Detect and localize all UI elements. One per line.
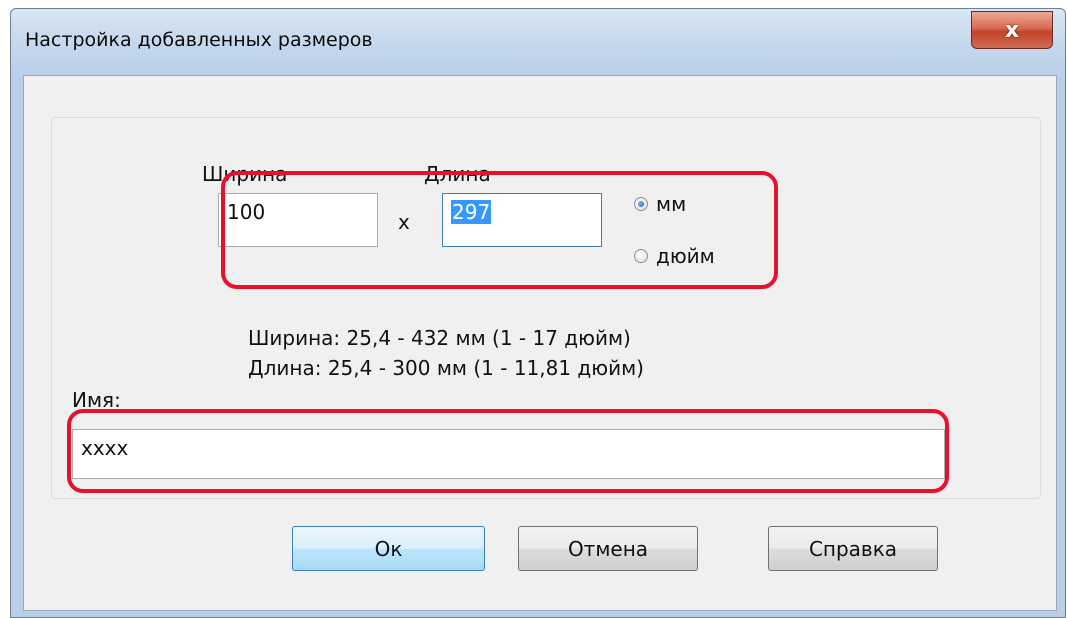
ok-button-label: Ок (374, 536, 403, 561)
unit-inch-label: дюйм (656, 244, 715, 268)
width-input[interactable]: 100 (218, 193, 378, 247)
length-range-text: Длина: 25,4 - 300 мм (1 - 11,81 дюйм) (248, 356, 644, 380)
close-button[interactable]: x (971, 11, 1053, 49)
dialog-title: Настройка добавленных размеров (25, 29, 373, 51)
times-sign: x (398, 210, 410, 234)
close-icon: x (1004, 17, 1020, 43)
name-label: Имя: (72, 388, 121, 412)
ok-button[interactable]: Ок (292, 526, 485, 571)
length-input[interactable]: 297 (442, 193, 602, 247)
width-input-value: 100 (227, 200, 266, 224)
cancel-button-label: Отмена (567, 536, 649, 561)
width-range-text: Ширина: 25,4 - 432 мм (1 - 17 дюйм) (248, 326, 631, 350)
name-input[interactable]: xxxx (72, 429, 945, 479)
unit-mm-label: мм (656, 192, 687, 216)
dialog-window: Настройка добавленных размеров x Ширина … (10, 8, 1066, 618)
name-input-value: xxxx (81, 436, 129, 460)
length-input-value: 297 (451, 200, 492, 224)
length-label: Длина (424, 162, 491, 186)
settings-group: Ширина Длина 100 x 297 мм дюйм Ширина: 2… (51, 117, 1041, 499)
title-bar[interactable]: Настройка добавленных размеров x (11, 9, 1065, 75)
cancel-button[interactable]: Отмена (518, 526, 698, 571)
help-button[interactable]: Справка (768, 526, 938, 571)
unit-radio-inch[interactable]: дюйм (634, 244, 715, 268)
help-button-label: Справка (808, 536, 898, 561)
unit-radio-mm[interactable]: мм (634, 192, 686, 216)
width-label: Ширина (202, 162, 288, 186)
dialog-client-area: Ширина Длина 100 x 297 мм дюйм Ширина: 2… (23, 75, 1057, 611)
radio-checked-icon (634, 197, 648, 211)
radio-unchecked-icon (634, 249, 648, 263)
